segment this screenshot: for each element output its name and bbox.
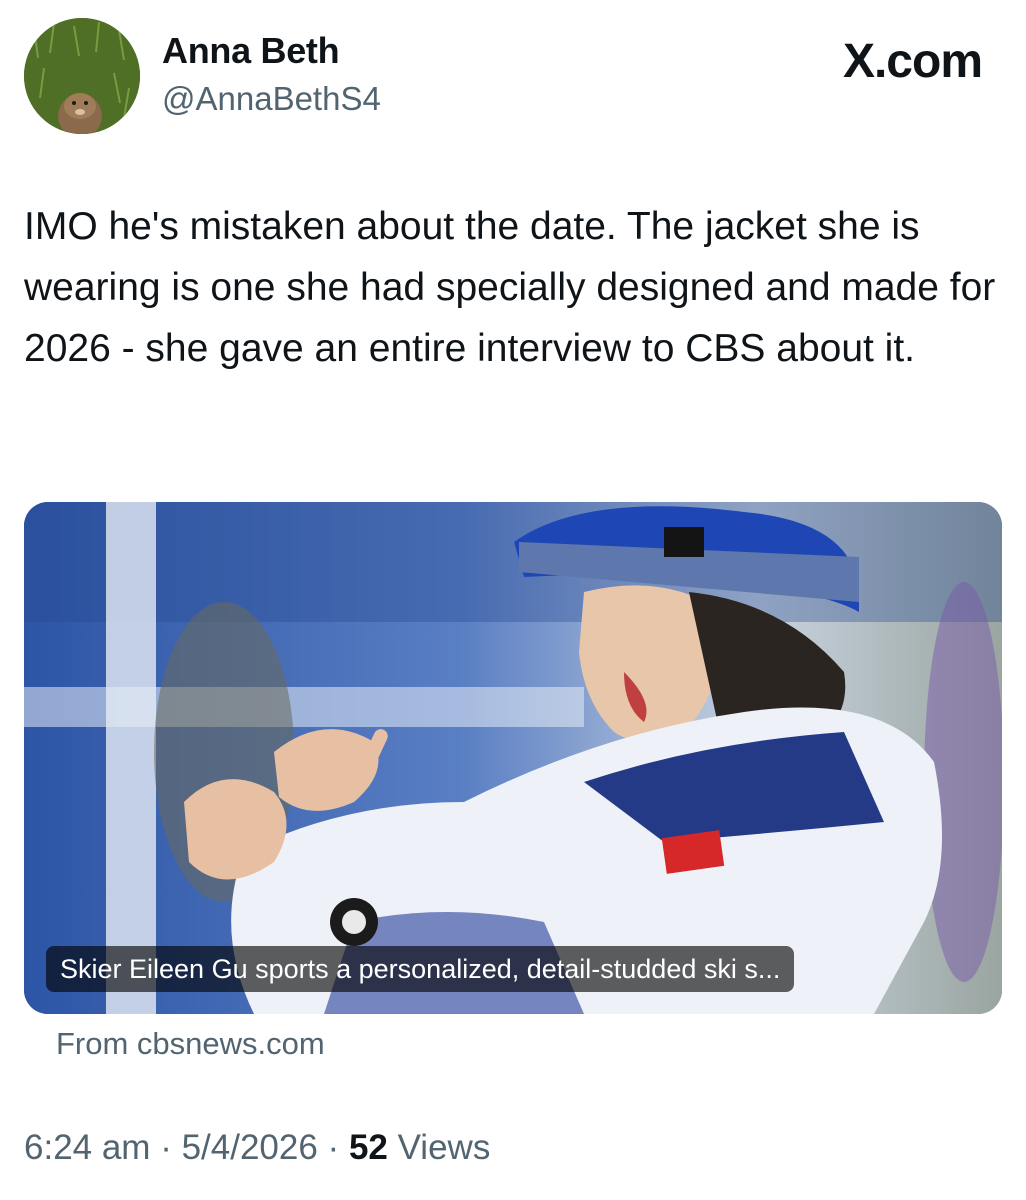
tweet-meta: 6:24 am · 5/4/2026 · 52 Views (24, 1128, 490, 1168)
prairie-dog-avatar-icon (24, 18, 140, 134)
tweet-date[interactable]: 5/4/2026 (182, 1128, 318, 1167)
avatar[interactable] (24, 18, 140, 134)
link-card-caption: Skier Eileen Gu sports a personalized, d… (46, 946, 795, 992)
brand-logo: X.com (842, 35, 983, 88)
tweet-text: IMO he's mistaken about the date. The ja… (24, 205, 1007, 370)
link-card-source[interactable]: From cbsnews.com (56, 1026, 325, 1062)
views-label: Views (387, 1128, 491, 1167)
view-count: 52 (348, 1128, 388, 1167)
tweet-time[interactable]: 6:24 am (24, 1128, 150, 1167)
author-display-name[interactable]: Anna Beth (162, 30, 340, 72)
meta-separator: · (317, 1128, 349, 1167)
link-card-image (24, 502, 1002, 1014)
meta-separator: · (150, 1128, 182, 1167)
author-handle[interactable]: @AnnaBethS4 (162, 80, 381, 118)
link-card[interactable]: Skier Eileen Gu sports a personalized, d… (24, 502, 1002, 1014)
